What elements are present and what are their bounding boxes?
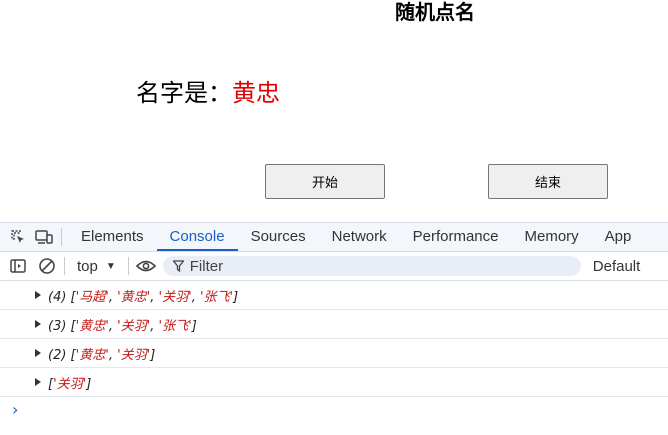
array-length: (3) <box>48 318 67 334</box>
tab-elements[interactable]: Elements <box>68 223 157 251</box>
devtools-panel: Elements Console Sources Network Perform… <box>0 222 668 435</box>
expand-triangle-icon[interactable] <box>35 349 41 357</box>
tab-console[interactable]: Console <box>156 223 238 251</box>
end-button[interactable]: 结束 <box>488 164 608 199</box>
tab-sources[interactable]: Sources <box>238 223 319 251</box>
filter-icon <box>172 260 184 272</box>
eye-icon[interactable] <box>135 255 157 277</box>
console-log-row[interactable]: (2) ['黄忠', '关羽'] <box>0 339 668 368</box>
console-prompt[interactable]: › <box>0 397 668 421</box>
caret-down-icon: ▼ <box>105 260 116 272</box>
expand-triangle-icon[interactable] <box>35 320 41 328</box>
devtools-tabbar: Elements Console Sources Network Perform… <box>0 222 668 252</box>
web-page: 随机点名 名字是：黄忠 开始 结束 <box>0 0 668 222</box>
clear-console-icon[interactable] <box>36 255 58 277</box>
tab-network[interactable]: Network <box>319 223 400 251</box>
name-value: 黄忠 <box>232 79 280 107</box>
log-levels-dropdown[interactable]: Default <box>593 258 641 275</box>
page-title: 随机点名 <box>395 0 475 24</box>
filter-input[interactable]: Filter <box>162 256 581 276</box>
console-log-row[interactable]: ['关羽'] <box>0 368 668 397</box>
expand-triangle-icon[interactable] <box>35 291 41 299</box>
array-length: (2) <box>48 347 67 363</box>
console-toolbar: top ▼ Filter Default <box>0 252 668 281</box>
expand-triangle-icon[interactable] <box>35 378 41 386</box>
tab-application[interactable]: App <box>592 223 645 251</box>
tab-performance[interactable]: Performance <box>400 223 512 251</box>
console-log-row[interactable]: (4) ['马超', '黄忠', '关羽', '张飞'] <box>0 281 668 310</box>
filter-placeholder: Filter <box>189 257 224 275</box>
console-log-row[interactable]: (3) ['黄忠', '关羽', '张飞'] <box>0 310 668 339</box>
context-label: top <box>77 257 98 275</box>
start-button[interactable]: 开始 <box>265 164 385 199</box>
tab-memory[interactable]: Memory <box>512 223 592 251</box>
toolbar-divider <box>61 228 62 246</box>
context-selector[interactable]: top ▼ <box>71 258 122 275</box>
inspect-element-icon[interactable] <box>7 226 29 248</box>
toolbar-divider <box>64 257 65 275</box>
device-toolbar-icon[interactable] <box>33 226 55 248</box>
name-label: 名字是： <box>136 79 232 107</box>
toolbar-divider <box>127 257 129 275</box>
sidebar-toggle-icon[interactable] <box>7 255 29 277</box>
name-display: 名字是：黄忠 <box>136 78 280 108</box>
array-length: (4) <box>48 289 67 305</box>
prompt-chevron-icon: › <box>12 399 19 419</box>
